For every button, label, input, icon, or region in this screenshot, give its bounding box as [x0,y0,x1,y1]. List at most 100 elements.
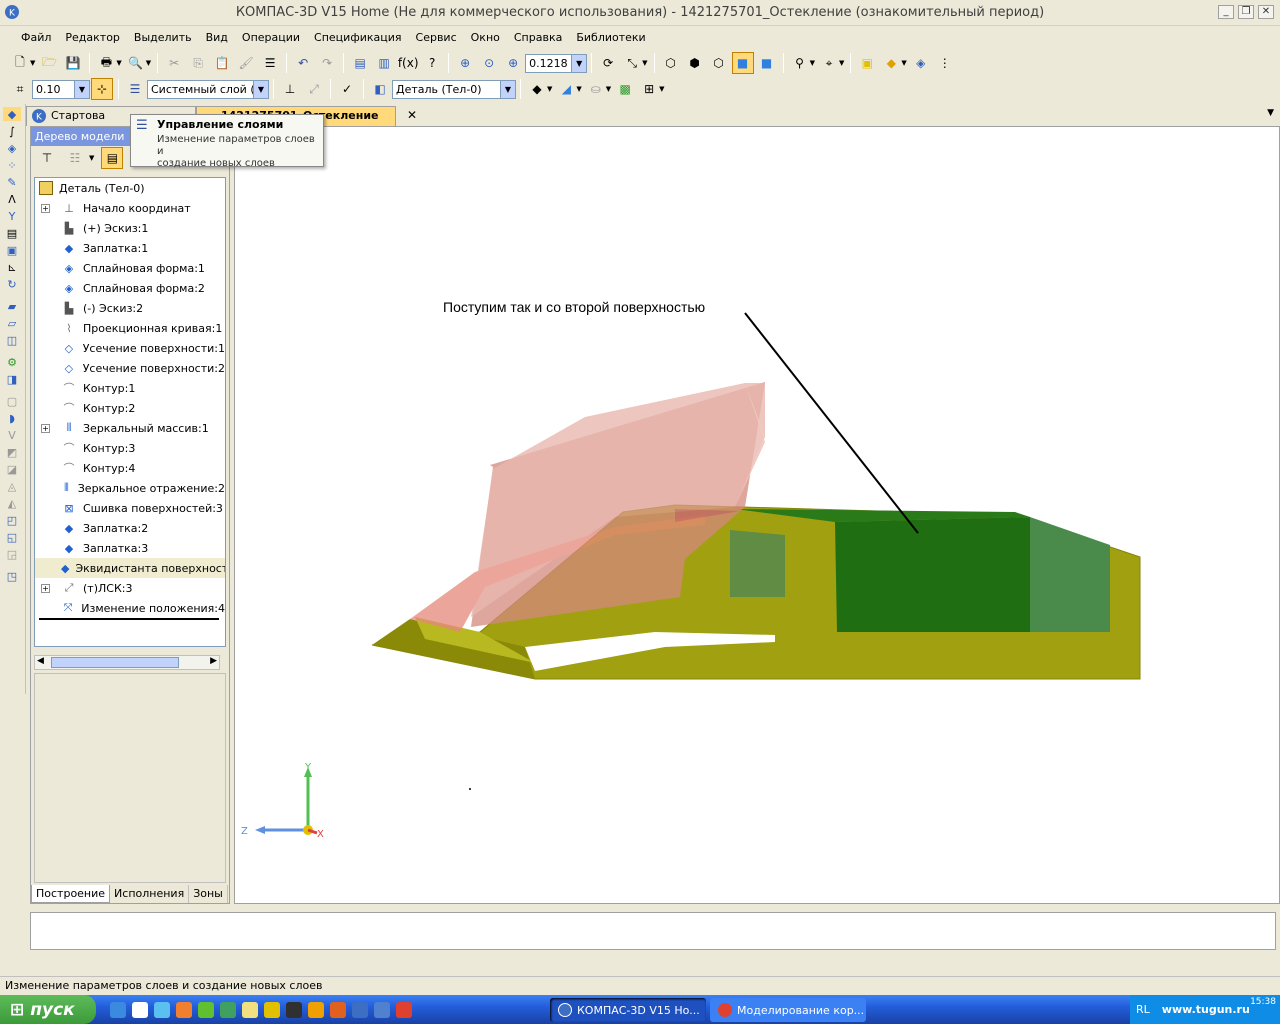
orientation-icon[interactable]: ⤡ [621,52,643,74]
expand-icon[interactable]: + [41,423,50,433]
lcs-icon[interactable]: ⤢ [303,78,325,100]
tree-item[interactable]: + ⤢ (т)ЛСК:3 [35,578,225,598]
tab-zones[interactable]: Зоны [189,885,228,903]
menu-view[interactable]: Вид [199,27,235,48]
wireframe-icon[interactable]: ⬡ [660,52,682,74]
compact-delete-icon[interactable]: ◳ [3,569,21,583]
tree-item[interactable]: ⌇ Проекционная кривая:1 [35,318,225,338]
expand-icon[interactable]: + [41,583,50,593]
filter-icon[interactable]: ⚲ [789,52,811,74]
tree-item[interactable]: ⌒ Контур:2 [35,398,225,418]
tree-item[interactable]: ◆ Эквидистанта поверхности [35,558,225,578]
redo-icon[interactable]: ↷ [316,52,338,74]
compact-measure-icon[interactable]: ⊾ [3,260,21,274]
tree-item[interactable]: ⌒ Контур:3 [35,438,225,458]
app-blue-icon[interactable] [374,1001,390,1018]
undo-icon[interactable]: ↶ [292,52,314,74]
menu-editor[interactable]: Редактор [58,27,127,48]
paint-icon[interactable]: ◆ [880,52,902,74]
rotate-icon[interactable]: ⟳ [597,52,619,74]
layer-combo[interactable]: Системный слой (0) ▼ [147,79,269,99]
minimize-button[interactable]: _ [1218,5,1234,19]
color-mode-icon[interactable]: ◢ [555,78,577,100]
parametric-icon[interactable]: ✓ [336,78,358,100]
tree-item[interactable]: ⌒ Контур:1 [35,378,225,398]
compact-fillet-icon[interactable]: ◗ [3,411,21,425]
paste-icon[interactable]: 📋 [211,52,233,74]
compact-array-icon[interactable]: ⚙ [3,355,21,369]
menu-file[interactable]: Файл [14,27,58,48]
start-button[interactable]: ⊞ пуск [0,995,96,1024]
tree-item[interactable]: ⌒ Контур:4 [35,458,225,478]
tree-item[interactable]: ◆ Заплатка:2 [35,518,225,538]
messenger-icon[interactable] [154,1001,170,1018]
compact-filter-icon[interactable]: Y [3,209,21,223]
display-mode-icon[interactable]: ◆ [526,78,548,100]
tree-item[interactable]: ◈ Сплайновая форма:1 [35,258,225,278]
compact-report-icon[interactable]: ▣ [3,243,21,257]
compact-scale-icon[interactable]: ◲ [3,547,21,561]
green-cube-icon[interactable]: ▩ [614,78,636,100]
compact-extrude-icon[interactable]: ▰ [3,299,21,313]
menu-help[interactable]: Справка [507,27,569,48]
menu-operations[interactable]: Операции [235,27,307,48]
app-orange-icon[interactable] [330,1001,346,1018]
chevron-down-icon[interactable]: ▼ [74,80,89,98]
hidden-thin-icon[interactable]: ⬡ [708,52,730,74]
tree-item[interactable]: ◇ Усечение поверхности:1 [35,338,225,358]
tree-item[interactable]: + ⊥ Начало координат [35,198,225,218]
coordinates-icon[interactable]: ⊥ [279,78,301,100]
open-folder-icon[interactable]: 🗁 [38,52,60,74]
section-icon[interactable]: ⛀ [585,78,607,100]
chevron-down-icon[interactable]: ▼ [571,54,587,72]
compact-shell-icon[interactable]: ▢ [3,394,21,408]
compact-slope-icon[interactable]: ◬ [3,479,21,493]
compact-surface-icon[interactable]: ◈ [3,141,21,155]
avast-icon[interactable] [308,1001,324,1018]
properties-icon[interactable]: ☰ [259,52,281,74]
menu-select[interactable]: Выделить [127,27,199,48]
tree-item[interactable]: ▙ (+) Эскиз:1 [35,218,225,238]
notepad-icon[interactable] [242,1001,258,1018]
tree-list-icon[interactable]: ☷ [64,147,86,169]
app-green-icon[interactable] [220,1001,236,1018]
library-manager-icon[interactable]: ▥ [373,52,395,74]
step-combo[interactable]: 0.10 ▼ [32,79,90,99]
tree-item[interactable]: ◇ Усечение поверхности:2 [35,358,225,378]
variables-icon[interactable]: f(x) [397,52,419,74]
compact-curve-icon[interactable]: ∫ [3,124,21,138]
compact-revolve-icon[interactable]: ▱ [3,316,21,330]
tree-item[interactable]: ⊠ Сшивка поверхностей:3 [35,498,225,518]
hidden-lines-icon[interactable]: ⬢ [684,52,706,74]
cube-yellow-icon[interactable]: ▣ [856,52,878,74]
compact-rib-icon[interactable]: V [3,428,21,442]
zoom-all-icon[interactable]: ⊙ [478,52,500,74]
scroll-right-icon[interactable]: ▶ [210,656,217,666]
tree-item[interactable]: ◆ Заплатка:1 [35,238,225,258]
utorrent-icon[interactable] [198,1001,214,1018]
tree-item[interactable]: ◈ Сплайновая форма:2 [35,278,225,298]
chevron-down-icon[interactable]: ▼ [253,80,268,98]
print-icon[interactable]: 🖶 [95,52,117,74]
compact-rotate-icon[interactable]: ↻ [3,277,21,291]
shaded-icon[interactable]: ■ [731,52,754,74]
preview-icon[interactable]: 🔍 [125,52,147,74]
tree-hscrollbar[interactable]: ◀ ▶ [34,655,220,670]
tab-construction[interactable]: Построение [31,885,111,903]
cut-icon[interactable]: ✂ [163,52,185,74]
tree-item[interactable]: ◆ Заплатка:3 [35,538,225,558]
manager-icon[interactable]: ▤ [349,52,371,74]
tabs-menu-icon[interactable]: ▼ [1267,108,1274,118]
menu-specification[interactable]: Спецификация [307,27,408,48]
close-button[interactable]: ✕ [1258,5,1274,19]
firefox-icon[interactable] [176,1001,192,1018]
compact-edit-icon[interactable]: ◆ [3,107,21,121]
snap-icon[interactable]: ⌖ [818,52,840,74]
menu-window[interactable]: Окно [464,27,507,48]
copy-icon[interactable]: ⎘ [187,52,209,74]
task-chrome[interactable]: Моделирование кор... [710,998,866,1022]
media-player-icon[interactable] [132,1001,148,1018]
dimensions-icon[interactable]: ⊞ [638,78,660,100]
zoom-scale-icon[interactable]: ⊕ [502,52,524,74]
language-indicator[interactable]: RL [1136,1003,1150,1016]
